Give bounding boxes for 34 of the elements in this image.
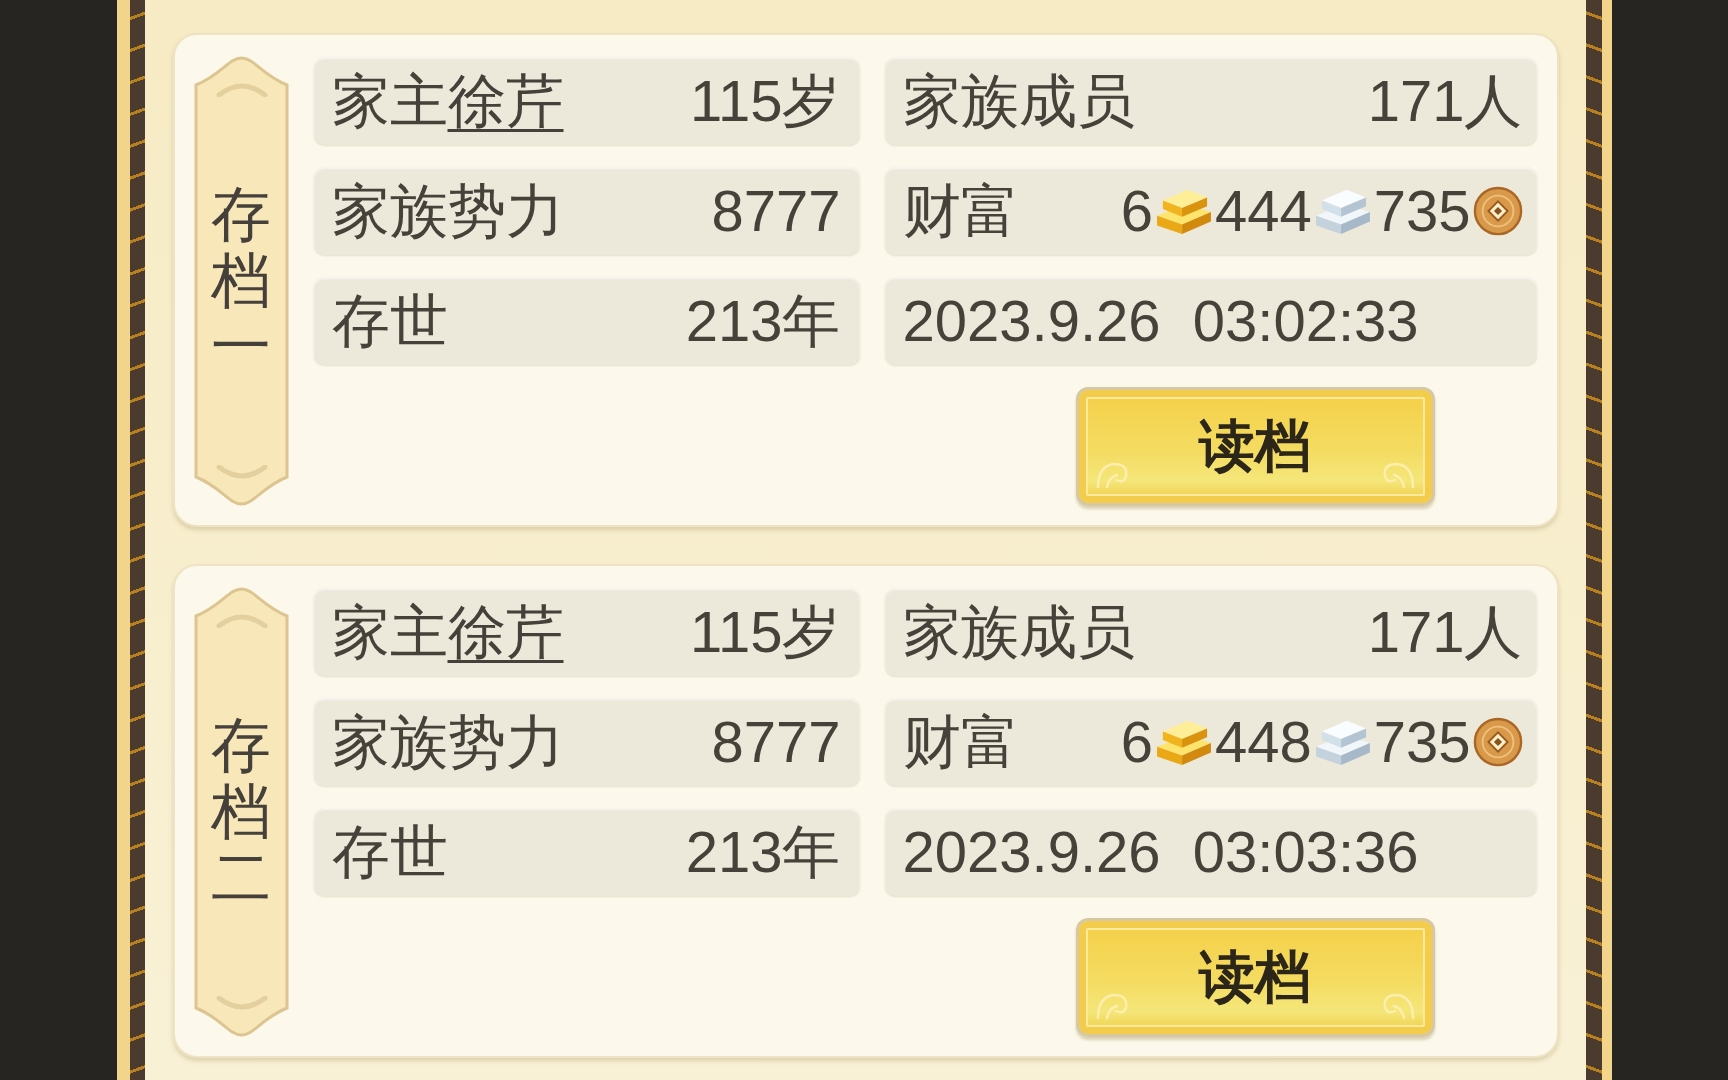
info-label: 家主 (331, 598, 448, 667)
wealth-amount: 735 (1373, 708, 1471, 777)
info-value: 171人 (1367, 598, 1523, 667)
coin-icon (1472, 717, 1523, 767)
info-value: 115岁 (690, 67, 841, 136)
info-label: 财富 (902, 708, 1019, 777)
info-value: 213年 (685, 818, 841, 887)
info-label: 家族成员 (902, 598, 1135, 667)
wealth-amount: 448 (1214, 708, 1312, 777)
info-label: 家族势力 (331, 177, 564, 246)
info-label: 家族势力 (331, 708, 564, 777)
save-slot-title: 存档一 (211, 182, 271, 380)
save-slot-title: 存档二 (211, 713, 271, 911)
wealth-amount: 6 (1120, 708, 1153, 777)
info-value: 8777 (711, 708, 841, 777)
info-label: 家主 (331, 67, 448, 136)
info-label: 财富 (902, 177, 1019, 246)
info-label: 存世 (331, 818, 448, 887)
save-timestamp: 2023.9.26 03:02:33 (902, 287, 1419, 356)
coin-icon (1472, 186, 1523, 236)
load-button[interactable]: 读档 (1075, 387, 1435, 506)
character-name-link[interactable]: 徐芹 (447, 597, 564, 667)
load-button[interactable]: 读档 (1075, 918, 1435, 1037)
character-name-link[interactable]: 徐芹 (447, 66, 564, 136)
wealth-amount: 444 (1214, 177, 1312, 246)
info-value: 171人 (1367, 67, 1523, 136)
save-timestamp: 2023.9.26 03:03:36 (902, 818, 1419, 887)
info-value: 8777 (711, 177, 841, 246)
info-value: 213年 (685, 287, 841, 356)
info-label: 家族成员 (902, 67, 1135, 136)
info-label: 存世 (331, 287, 448, 356)
wealth-amount: 6 (1120, 177, 1153, 246)
info-value: 115岁 (690, 598, 841, 667)
wealth-amount: 735 (1373, 177, 1471, 246)
